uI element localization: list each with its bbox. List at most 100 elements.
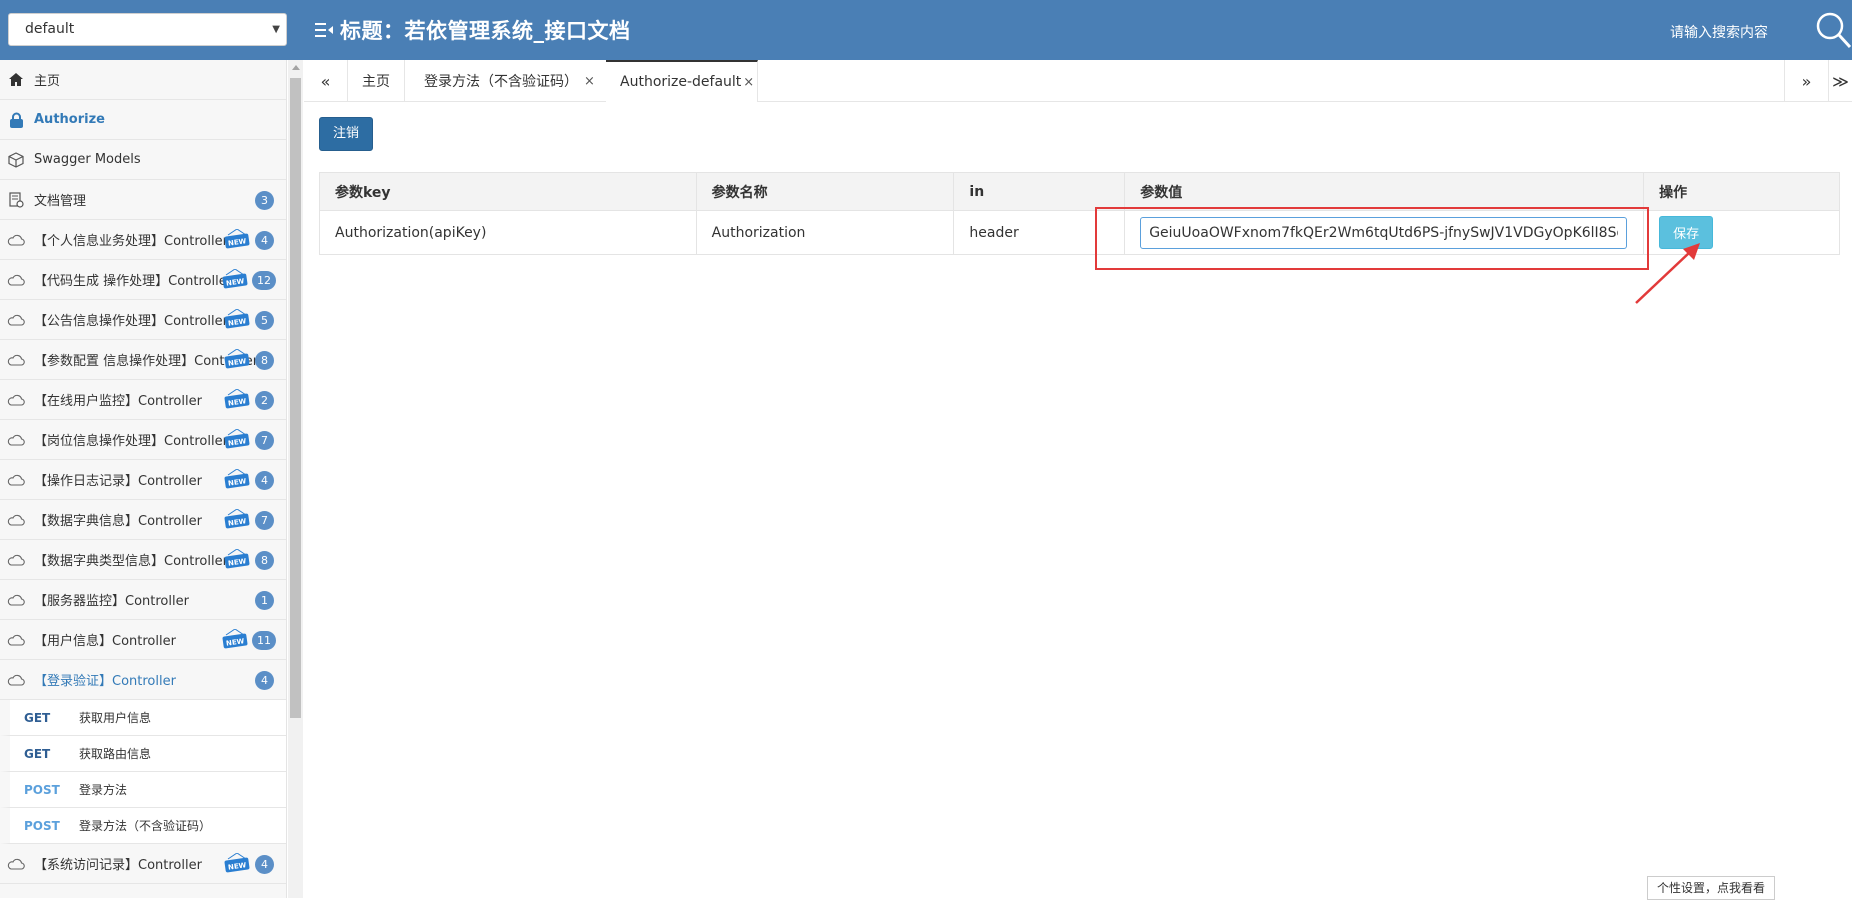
cloud-icon [6, 352, 26, 368]
sidebar-item-label: 【个人信息业务处理】Controller [34, 234, 228, 249]
new-tag-icon: NEW [224, 348, 250, 369]
sidebar-item-swagger-models[interactable]: Swagger Models [0, 140, 286, 180]
new-tag-icon: NEW [222, 628, 248, 649]
new-tag-icon: NEW [224, 468, 250, 489]
tab-login-no-captcha[interactable]: 登录方法（不含验证码） × [410, 60, 610, 102]
count-badge: 3 [255, 191, 274, 210]
cloud-icon [6, 472, 26, 488]
endpoint-label: 获取路由信息 [79, 747, 152, 761]
new-tag-icon: NEW [224, 428, 250, 449]
close-icon[interactable]: × [743, 75, 754, 90]
table-header-row: 参数key 参数名称 in 参数值 操作 [319, 172, 1840, 211]
param-name-cell: Authorization [695, 210, 955, 255]
api-endpoint-item[interactable]: GET 获取路由信息 [0, 736, 286, 772]
sidebar-item-controller[interactable]: 【用户信息】Controller NEW 11 [0, 620, 286, 660]
sidebar-item-controller[interactable]: 【登录验证】Controller 4 [0, 660, 286, 700]
personal-settings-button[interactable]: 个性设置，点我看看 [1647, 876, 1775, 900]
tab-authorize-default[interactable]: Authorize-default × [606, 60, 758, 102]
svg-text:NEW: NEW [228, 397, 248, 408]
sidebar-scrollbar[interactable] [288, 60, 303, 898]
annotation-highlight-box [1095, 207, 1649, 270]
sidebar-item-label: 【数据字典类型信息】Controller [34, 554, 228, 569]
sidebar-item-controller[interactable]: 【代码生成 操作处理】Controller NEW 12 [0, 260, 286, 300]
sidebar-item-label: Swagger Models [34, 152, 141, 167]
svg-text:NEW: NEW [228, 437, 248, 448]
column-header: 参数名称 [695, 172, 955, 211]
endpoint-label: 登录方法 [79, 783, 128, 797]
new-tag-icon: NEW [224, 508, 250, 529]
doc-settings-icon [6, 191, 26, 208]
api-endpoint-item[interactable]: POST 登录方法（不含验证码） [0, 808, 286, 844]
cloud-icon [6, 552, 26, 568]
sidebar-item-controller[interactable]: 【岗位信息操作处理】Controller NEW 7 [0, 420, 286, 460]
lock-icon [6, 112, 26, 128]
new-tag-icon: NEW [224, 548, 250, 569]
cloud-icon [6, 312, 26, 328]
sidebar-item-controller[interactable]: 【数据字典类型信息】Controller NEW 8 [0, 540, 286, 580]
svg-text:NEW: NEW [228, 357, 248, 368]
new-tag-icon: NEW [224, 228, 250, 249]
cloud-icon [6, 232, 26, 248]
column-header: 操作 [1643, 172, 1840, 211]
svg-text:NEW: NEW [228, 517, 248, 528]
count-badge: 12 [252, 271, 276, 290]
http-method-label: POST [24, 782, 60, 797]
scroll-up-icon[interactable] [292, 65, 300, 70]
count-badge: 11 [252, 631, 276, 650]
sidebar-item-label: 【用户信息】Controller [34, 634, 176, 649]
http-method-label: POST [24, 818, 60, 833]
sidebar-item-controller[interactable]: 【参数配置 信息操作处理】Controller NEW 8 [0, 340, 286, 380]
api-endpoint-item[interactable]: GET 获取用户信息 [0, 700, 286, 736]
sidebar-item-label: 文档管理 [34, 194, 87, 209]
annotation-arrow-icon [1635, 243, 1700, 304]
endpoint-label: 登录方法（不含验证码） [79, 819, 212, 833]
cloud-icon [6, 272, 26, 288]
svg-text:NEW: NEW [228, 317, 248, 328]
column-header: 参数key [319, 172, 697, 211]
search-input[interactable]: 请输入搜索内容 [1670, 22, 1768, 42]
cloud-icon [6, 432, 26, 448]
cube-icon [6, 151, 26, 168]
sidebar-item-controller[interactable]: 【服务器监控】Controller 1 [0, 580, 286, 620]
logout-button[interactable]: 注销 [319, 117, 373, 151]
count-badge: 7 [255, 511, 274, 530]
count-badge: 8 [255, 551, 274, 570]
count-badge: 2 [255, 391, 274, 410]
sidebar-item-controller[interactable]: 【个人信息业务处理】Controller NEW 4 [0, 220, 286, 260]
cloud-icon [6, 632, 26, 648]
http-method-label: GET [24, 746, 51, 761]
tab-more-button[interactable]: ≫ [1828, 60, 1852, 102]
tab-scroll-right-button[interactable]: » [1784, 60, 1828, 102]
sidebar-item-label: 【岗位信息操作处理】Controller [34, 434, 228, 449]
chevron-down-icon: ▼ [272, 24, 280, 35]
sidebar-item-doc-management[interactable]: 文档管理 3 [0, 180, 286, 220]
cloud-icon [6, 592, 26, 608]
sidebar-item-controller[interactable]: 【操作日志记录】Controller NEW 4 [0, 460, 286, 500]
group-select[interactable]: default ▼ [8, 13, 287, 46]
sidebar-item-home[interactable]: 主页 [0, 60, 286, 100]
api-endpoint-item[interactable]: POST 登录方法 [0, 772, 286, 808]
sidebar-item-controller[interactable]: 【在线用户监控】Controller NEW 2 [0, 380, 286, 420]
svg-text:NEW: NEW [228, 557, 248, 568]
menu-toggle-icon[interactable] [315, 22, 333, 38]
sidebar-item-label: 【公告信息操作处理】Controller [34, 314, 228, 329]
count-badge: 4 [255, 671, 274, 690]
count-badge: 5 [255, 311, 274, 330]
scrollbar-thumb[interactable] [290, 78, 301, 718]
sidebar-item-controller[interactable]: 【公告信息操作处理】Controller NEW 5 [0, 300, 286, 340]
svg-text:NEW: NEW [228, 861, 248, 872]
column-header: in [953, 172, 1126, 211]
tab-label: 主页 [362, 74, 390, 90]
tab-scroll-left-button[interactable]: « [304, 60, 348, 102]
svg-text:NEW: NEW [228, 237, 248, 248]
close-icon[interactable]: × [584, 74, 595, 89]
sidebar-item-label: 【服务器监控】Controller [34, 594, 189, 609]
sidebar-item-label: 【数据字典信息】Controller [34, 514, 202, 529]
count-badge: 4 [255, 855, 274, 874]
sidebar-item-controller[interactable]: 【系统访问记录】Controller NEW 4 [0, 844, 286, 884]
tab-home[interactable]: 主页 [348, 60, 405, 102]
search-icon[interactable] [1814, 10, 1852, 50]
sidebar-item-authorize[interactable]: Authorize [0, 100, 286, 140]
sidebar-item-controller[interactable]: 【数据字典信息】Controller NEW 7 [0, 500, 286, 540]
count-badge: 8 [255, 351, 274, 370]
